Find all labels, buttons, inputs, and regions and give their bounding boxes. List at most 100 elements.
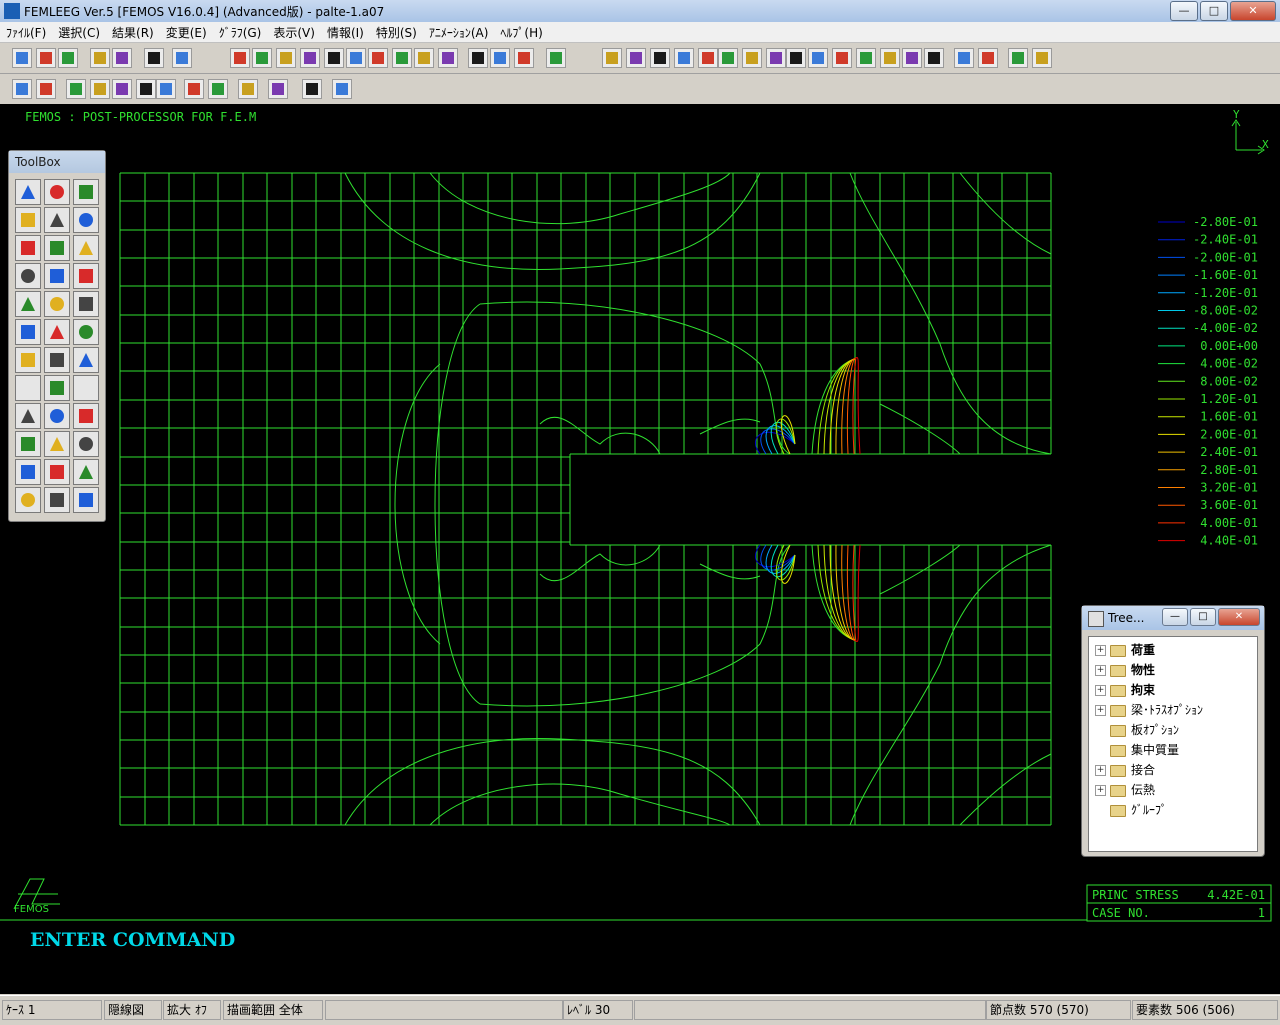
menu-info[interactable]: 情報(I) bbox=[321, 22, 370, 42]
toolbar-button-5[interactable] bbox=[112, 48, 132, 68]
expand-icon[interactable]: + bbox=[1095, 685, 1106, 696]
toolbar-button-21[interactable] bbox=[546, 48, 566, 68]
expand-icon[interactable]: + bbox=[1095, 785, 1106, 796]
toolbox-button-9[interactable] bbox=[73, 235, 99, 261]
tree-node[interactable]: + 伝熱 bbox=[1095, 781, 1155, 799]
toolbox-button-14[interactable] bbox=[44, 291, 70, 317]
menu-view[interactable]: 表示(V) bbox=[267, 22, 321, 42]
toolbar-button-31[interactable] bbox=[808, 48, 828, 68]
maximize-button[interactable]: □ bbox=[1200, 1, 1228, 21]
toolbar-button-24[interactable] bbox=[650, 48, 670, 68]
toolbar2-button-2[interactable] bbox=[36, 79, 56, 99]
toolbar2-button-3[interactable] bbox=[66, 79, 86, 99]
menu-animation[interactable]: ｱﾆﾒｰｼｮﾝ(A) bbox=[423, 22, 495, 42]
command-prompt[interactable]: ENTER COMMAND bbox=[30, 929, 235, 951]
tree-node[interactable]: + 荷重 bbox=[1095, 641, 1155, 659]
toolbar-button-8[interactable] bbox=[230, 48, 250, 68]
toolbar2-button-9[interactable] bbox=[208, 79, 228, 99]
toolbox-button-30[interactable] bbox=[73, 431, 99, 457]
toolbar-button-38[interactable] bbox=[978, 48, 998, 68]
toolbox-button-3[interactable] bbox=[73, 179, 99, 205]
tree-title-bar[interactable]: Tree... — □ ✕ bbox=[1082, 606, 1264, 630]
toolbox-button-35[interactable] bbox=[44, 487, 70, 513]
toolbar-button-40[interactable] bbox=[1032, 48, 1052, 68]
toolbox-button-7[interactable] bbox=[15, 235, 41, 261]
toolbox-button-5[interactable] bbox=[44, 207, 70, 233]
toolbar-button-36[interactable] bbox=[924, 48, 944, 68]
toolbox-button-18[interactable] bbox=[73, 319, 99, 345]
toolbar-button-23[interactable] bbox=[626, 48, 646, 68]
toolbox-button-31[interactable] bbox=[15, 459, 41, 485]
tree-node[interactable]: 集中質量 bbox=[1095, 741, 1179, 759]
toolbar2-button-11[interactable] bbox=[268, 79, 288, 99]
toolbox-button-21[interactable] bbox=[73, 347, 99, 373]
expand-icon[interactable]: + bbox=[1095, 705, 1106, 716]
tree-node[interactable]: + 梁･ﾄﾗｽｵﾌﾟｼｮﾝ bbox=[1095, 701, 1203, 719]
toolbar-button-10[interactable] bbox=[276, 48, 296, 68]
toolbar-button-19[interactable] bbox=[490, 48, 510, 68]
toolbar-button-13[interactable] bbox=[346, 48, 366, 68]
close-button[interactable]: ✕ bbox=[1230, 1, 1276, 21]
toolbar-button-3[interactable] bbox=[58, 48, 78, 68]
toolbox-button-27[interactable] bbox=[73, 403, 99, 429]
menu-file[interactable]: ﾌｧｲﾙ(F) bbox=[0, 22, 52, 42]
toolbox-button-23[interactable] bbox=[44, 375, 70, 401]
toolbar-button-17[interactable] bbox=[438, 48, 458, 68]
toolbar-button-39[interactable] bbox=[1008, 48, 1028, 68]
toolbox-button-6[interactable] bbox=[73, 207, 99, 233]
toolbar-button-18[interactable] bbox=[468, 48, 488, 68]
toolbox-button-36[interactable] bbox=[73, 487, 99, 513]
toolbar2-button-12[interactable] bbox=[302, 79, 322, 99]
toolbox-title[interactable]: ToolBox bbox=[9, 151, 105, 173]
toolbox-button-10[interactable] bbox=[15, 263, 41, 289]
tree-node[interactable]: ｸﾞﾙｰﾌﾟ bbox=[1095, 801, 1167, 819]
toolbox-button-20[interactable] bbox=[44, 347, 70, 373]
tree-node[interactable]: + 接合 bbox=[1095, 761, 1155, 779]
toolbar2-button-13[interactable] bbox=[332, 79, 352, 99]
toolbar-button-20[interactable] bbox=[514, 48, 534, 68]
toolbar2-button-7[interactable] bbox=[156, 79, 176, 99]
toolbox-button-11[interactable] bbox=[44, 263, 70, 289]
toolbar-button-22[interactable] bbox=[602, 48, 622, 68]
toolbox-button-25[interactable] bbox=[15, 403, 41, 429]
toolbar-button-9[interactable] bbox=[252, 48, 272, 68]
toolbar2-button-5[interactable] bbox=[112, 79, 132, 99]
toolbox-button-34[interactable] bbox=[15, 487, 41, 513]
toolbox-button-12[interactable] bbox=[73, 263, 99, 289]
toolbar-button-2[interactable] bbox=[36, 48, 56, 68]
toolbox-button-8[interactable] bbox=[44, 235, 70, 261]
toolbar-button-7[interactable] bbox=[172, 48, 192, 68]
toolbar-button-30[interactable] bbox=[786, 48, 806, 68]
menu-graph[interactable]: ｸﾞﾗﾌ(G) bbox=[213, 22, 268, 42]
tree-node[interactable]: + 拘束 bbox=[1095, 681, 1155, 699]
toolbar-button-4[interactable] bbox=[90, 48, 110, 68]
toolbar-button-16[interactable] bbox=[414, 48, 434, 68]
menu-edit[interactable]: 変更(E) bbox=[160, 22, 213, 42]
toolbar-button-26[interactable] bbox=[698, 48, 718, 68]
menu-select[interactable]: 選択(C) bbox=[52, 22, 106, 42]
toolbar-button-35[interactable] bbox=[902, 48, 922, 68]
menu-special[interactable]: 特別(S) bbox=[370, 22, 423, 42]
toolbox-button-4[interactable] bbox=[15, 207, 41, 233]
menu-result[interactable]: 結果(R) bbox=[106, 22, 160, 42]
toolbox-button-1[interactable] bbox=[15, 179, 41, 205]
toolbox-button-15[interactable] bbox=[73, 291, 99, 317]
tree-close-button[interactable]: ✕ bbox=[1218, 608, 1260, 626]
toolbar-button-6[interactable] bbox=[144, 48, 164, 68]
toolbar-button-27[interactable] bbox=[718, 48, 738, 68]
toolbox-button-28[interactable] bbox=[15, 431, 41, 457]
toolbox-button-13[interactable] bbox=[15, 291, 41, 317]
toolbar-button-33[interactable] bbox=[856, 48, 876, 68]
toolbar-button-28[interactable] bbox=[742, 48, 762, 68]
toolbox-button-19[interactable] bbox=[15, 347, 41, 373]
toolbar-button-34[interactable] bbox=[880, 48, 900, 68]
expand-icon[interactable]: + bbox=[1095, 765, 1106, 776]
toolbox-button-26[interactable] bbox=[44, 403, 70, 429]
toolbar2-button-8[interactable] bbox=[184, 79, 204, 99]
toolbar-button-14[interactable] bbox=[368, 48, 388, 68]
toolbar2-button-1[interactable] bbox=[12, 79, 32, 99]
minimize-button[interactable]: — bbox=[1170, 1, 1198, 21]
toolbar-button-1[interactable] bbox=[12, 48, 32, 68]
graphics-viewport[interactable]: FEMOS : POST-PROCESSOR FOR F.E.M Y X FEM… bbox=[0, 104, 1280, 994]
tree-node[interactable]: + 物性 bbox=[1095, 661, 1155, 679]
